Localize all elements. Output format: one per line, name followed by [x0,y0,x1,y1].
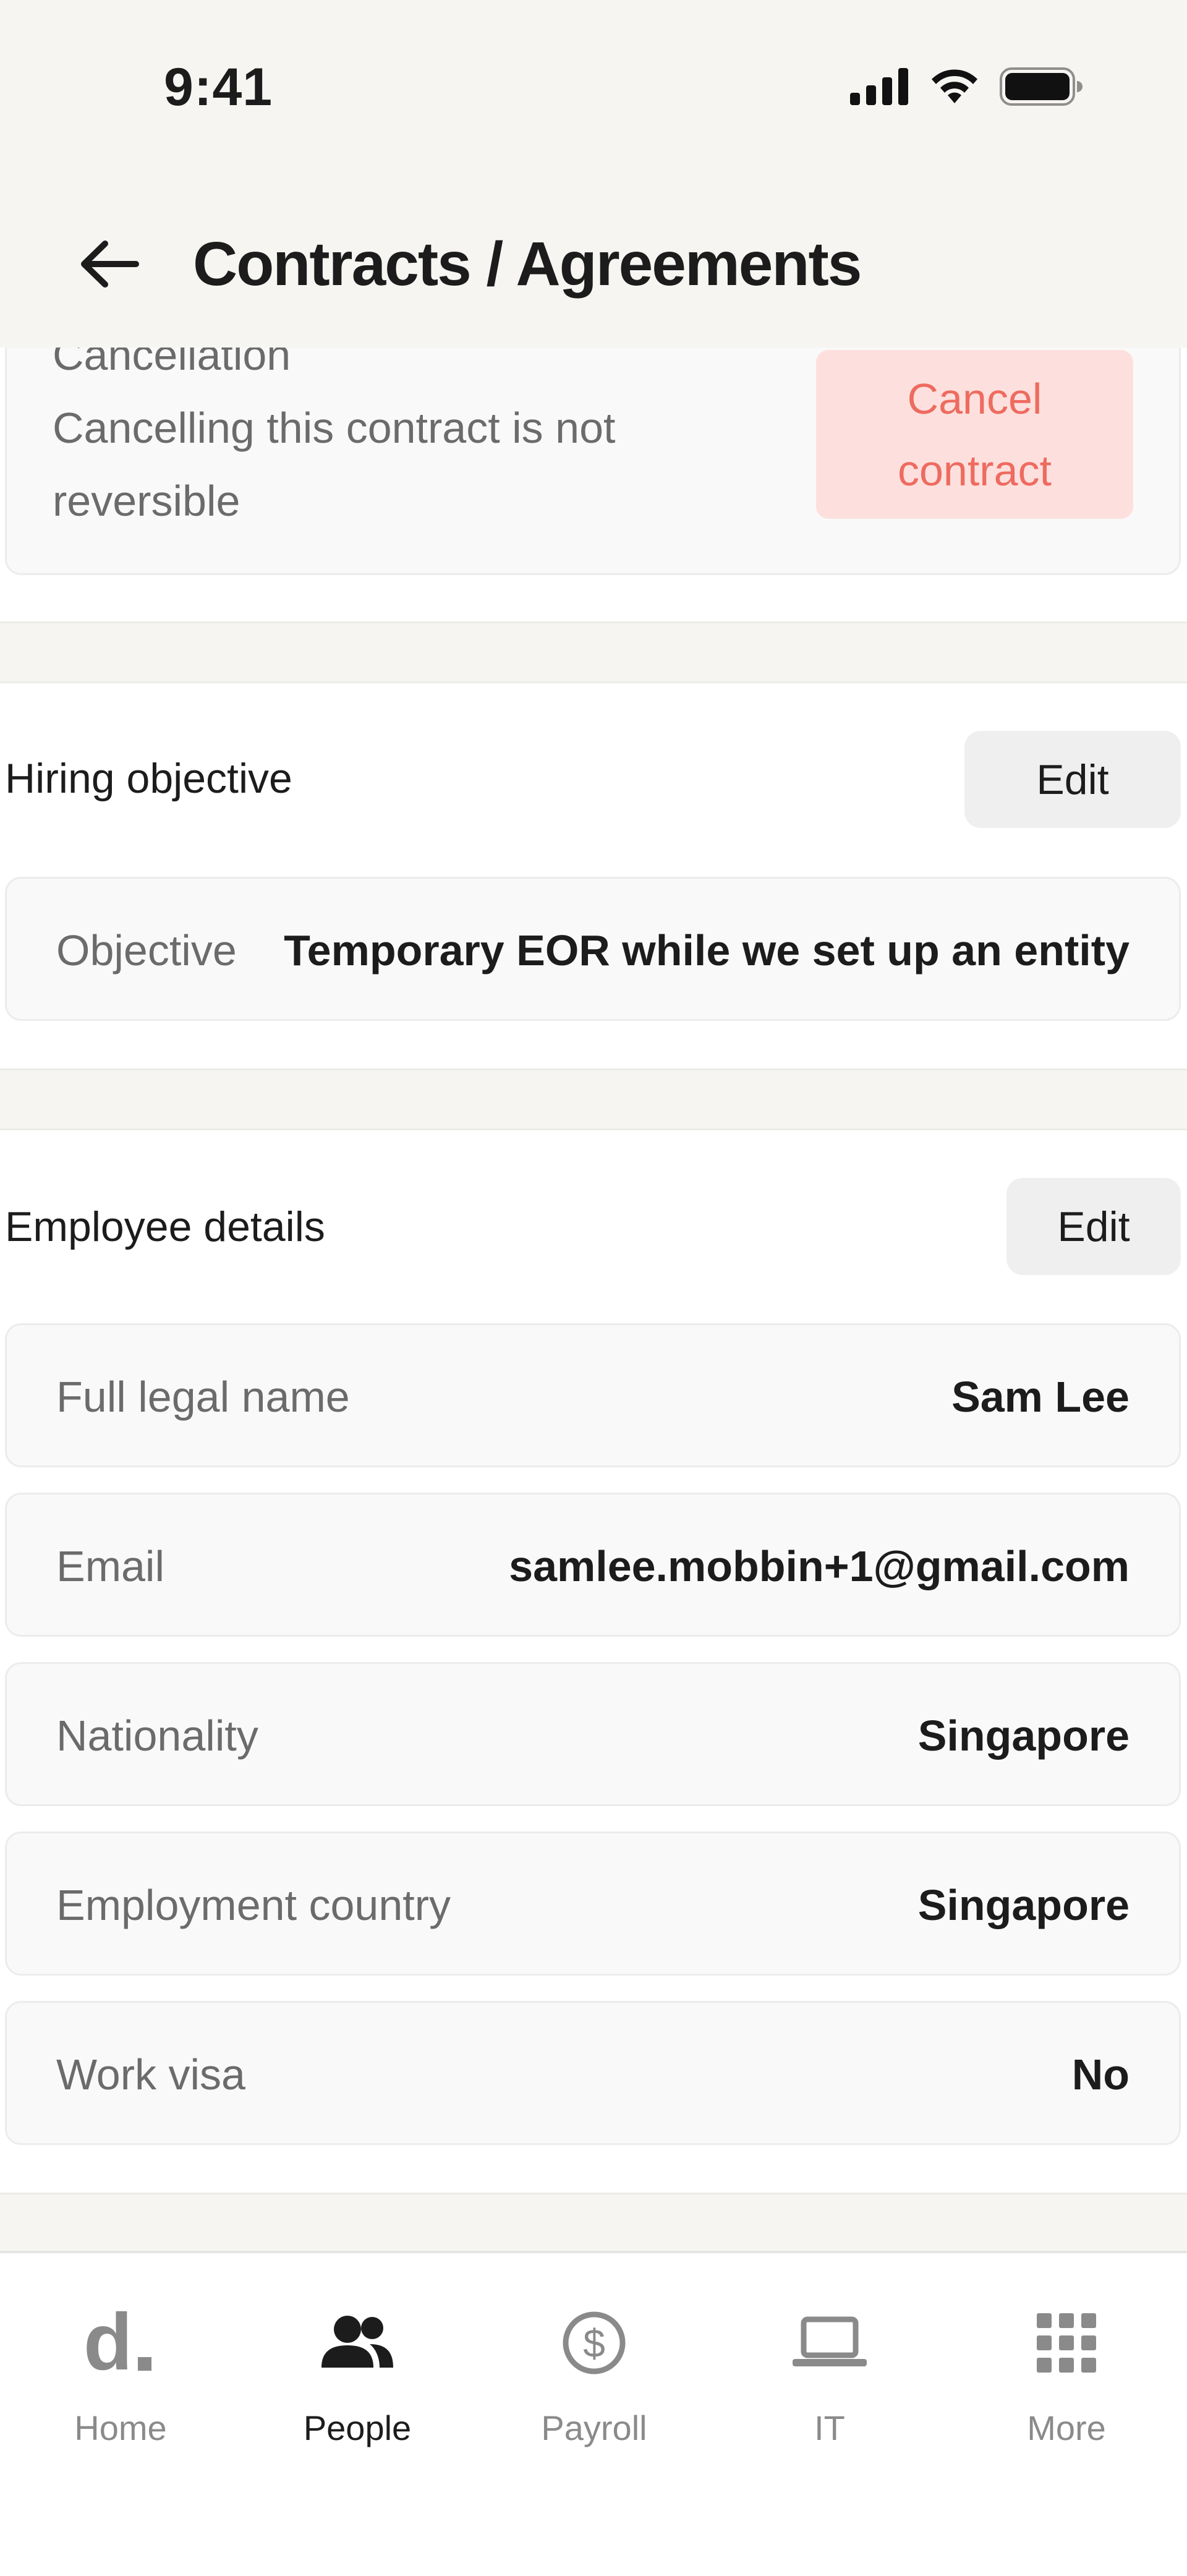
objective-label: Objective [56,926,237,975]
bottom-tab-bar: d Home People $ Payroll IT More [0,2251,1187,2576]
employee-details-title: Employee details [5,1203,325,1250]
tab-it[interactable]: IT [737,2303,922,2448]
tab-label: More [1027,2408,1106,2447]
tab-home[interactable]: d Home [28,2303,213,2448]
section-divider [0,2193,1187,2251]
section-divider [0,1068,1187,1130]
status-time: 9:41 [164,58,273,117]
detail-label: Employment country [56,1881,451,1929]
status-icons [850,65,1083,108]
detail-row-employment-country: Employment country Singapore [5,1832,1181,1976]
cancellation-description-line2: reversible [53,477,240,525]
detail-row-email: Email samlee.mobbin+1@gmail.com [5,1493,1181,1637]
detail-label: Full legal name [56,1373,350,1421]
detail-value: Singapore [917,1881,1130,1929]
detail-label: Nationality [56,1712,258,1760]
deel-logo-icon: d [80,2303,161,2383]
svg-text:$: $ [583,2321,605,2366]
cancel-contract-button[interactable]: Cancel contract [816,350,1133,519]
detail-label: Work visa [56,2050,245,2099]
laptop-icon [789,2303,870,2383]
tab-label: IT [814,2408,845,2447]
cancel-contract-button-line2: contract [898,446,1052,495]
detail-value: samlee.mobbin+1@gmail.com [509,1542,1130,1590]
svg-text:d: d [83,2309,132,2377]
people-icon [317,2303,398,2383]
tab-people[interactable]: People [265,2303,450,2448]
grid-icon [1026,2303,1107,2383]
tab-more[interactable]: More [974,2303,1159,2448]
hiring-objective-edit-button[interactable]: Edit [964,731,1181,828]
objective-row: Objective Temporary EOR while we set up … [5,877,1181,1021]
tab-payroll[interactable]: $ Payroll [501,2303,687,2448]
page-title: Contracts / Agreements [193,229,862,299]
back-arrow-icon[interactable] [74,230,142,298]
tab-label: People [303,2408,412,2447]
objective-value: Temporary EOR while we set up an entity [284,926,1130,975]
hiring-objective-title: Hiring objective [5,755,292,802]
detail-row-nationality: Nationality Singapore [5,1662,1181,1806]
detail-row-full-legal-name: Full legal name Sam Lee [5,1323,1181,1467]
cancel-contract-button-line1: Cancel [907,374,1042,423]
detail-label: Email [56,1542,165,1590]
detail-value: No [1071,2050,1130,2099]
tab-label: Payroll [541,2408,647,2447]
top-bar: 9:41 Contracts / Agreements [0,0,1187,348]
dollar-circle-icon: $ [554,2303,634,2383]
detail-value: Sam Lee [951,1373,1130,1421]
cellular-signal-icon [850,68,908,105]
detail-value: Singapore [917,1712,1130,1760]
tab-label: Home [74,2408,167,2447]
section-divider [0,621,1187,683]
battery-icon [1000,67,1083,106]
wifi-icon [932,69,977,103]
employee-details-edit-button[interactable]: Edit [1006,1178,1181,1275]
detail-row-work-visa: Work visa No [5,2001,1181,2145]
cancellation-description-line1: Cancelling this contract is not [53,404,616,452]
